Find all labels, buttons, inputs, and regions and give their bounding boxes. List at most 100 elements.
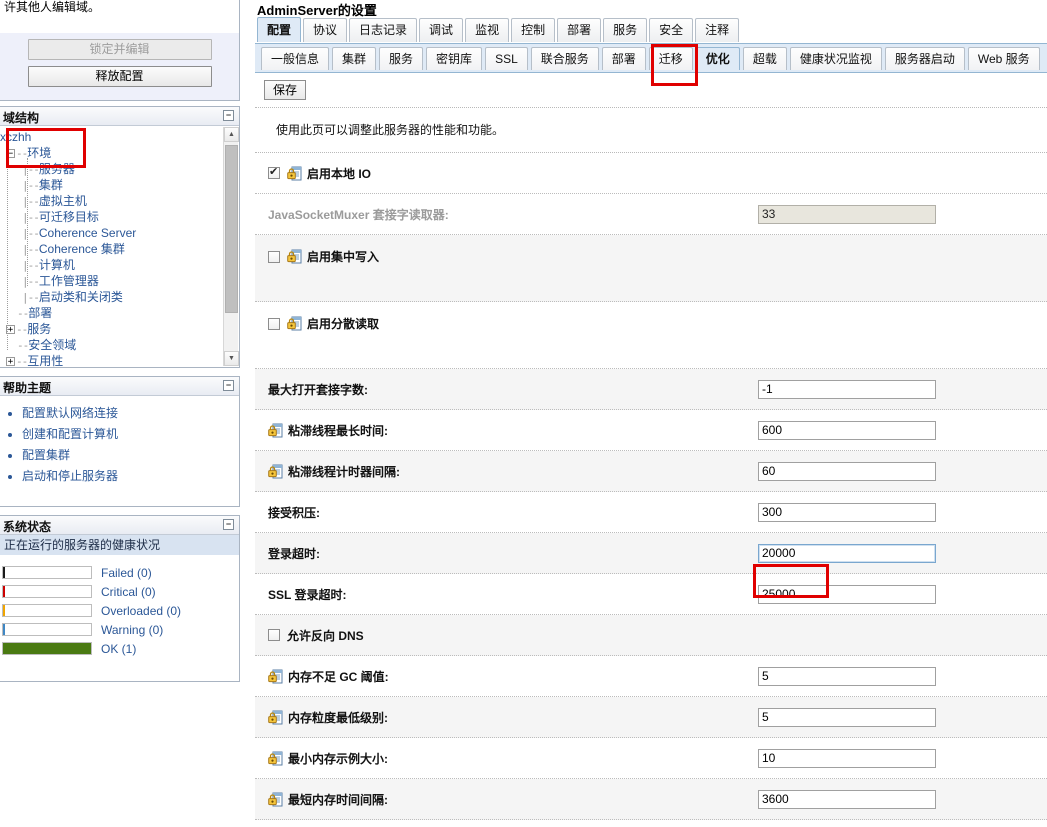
secondary-tab[interactable]: 服务 xyxy=(379,47,423,70)
help-topic-item[interactable]: 配置默认网络连接 xyxy=(22,403,235,424)
secondary-tab[interactable]: 部署 xyxy=(602,47,646,70)
tree-node[interactable]: |--可迁移目标 xyxy=(0,209,223,225)
tree-node[interactable]: xczhh xyxy=(0,129,223,145)
save-button[interactable]: 保存 xyxy=(264,80,306,100)
tree-node[interactable]: |--计算机 xyxy=(0,257,223,273)
tree-node-label[interactable]: 虚拟主机 xyxy=(39,194,87,208)
secondary-tab[interactable]: 密钥库 xyxy=(426,47,482,70)
primary-tab[interactable]: 注释 xyxy=(695,18,739,42)
health-bar xyxy=(2,604,92,617)
help-topic-item[interactable]: 创建和配置计算机 xyxy=(22,424,235,445)
text-input[interactable] xyxy=(758,380,936,399)
tree-node-label[interactable]: Coherence 集群 xyxy=(39,242,125,256)
text-input[interactable] xyxy=(758,667,936,686)
tree-node[interactable]: --部署 xyxy=(0,305,223,321)
secondary-tab[interactable]: 集群 xyxy=(332,47,376,70)
tree-node[interactable]: |--Coherence Server xyxy=(0,225,223,241)
primary-tab[interactable]: 协议 xyxy=(303,18,347,42)
secondary-tab[interactable]: 迁移 xyxy=(649,47,693,70)
secondary-tab[interactable]: 超载 xyxy=(743,47,787,70)
tree-node[interactable]: |--集群 xyxy=(0,177,223,193)
lock-icon xyxy=(287,166,302,181)
secondary-tab[interactable]: Web 服务 xyxy=(968,47,1040,70)
collapse-icon[interactable]: − xyxy=(223,519,234,530)
text-input[interactable] xyxy=(758,503,936,522)
tree-node[interactable]: |--虚拟主机 xyxy=(0,193,223,209)
collapse-icon[interactable]: − xyxy=(223,380,234,391)
tree-node[interactable]: |--启动类和关闭类 xyxy=(0,289,223,305)
help-topic-item[interactable]: 配置集群 xyxy=(22,445,235,466)
form-row: 内存粒度最低级别: xyxy=(255,697,1047,738)
tree-node-label[interactable]: 服务器 xyxy=(39,162,75,176)
collapse-icon[interactable]: − xyxy=(223,110,234,121)
text-input[interactable] xyxy=(758,708,936,727)
secondary-tab[interactable]: 健康状况监视 xyxy=(790,47,882,70)
tree-node-label[interactable]: 工作管理器 xyxy=(39,274,99,288)
text-input[interactable] xyxy=(758,544,936,563)
primary-tab[interactable]: 监视 xyxy=(465,18,509,42)
tree-node-label[interactable]: 部署 xyxy=(28,306,52,320)
help-topic-item[interactable]: 启动和停止服务器 xyxy=(22,466,235,487)
tree-node-label[interactable]: 集群 xyxy=(39,178,63,192)
checkbox[interactable] xyxy=(268,251,280,263)
primary-tab[interactable]: 服务 xyxy=(603,18,647,42)
help-topic-link[interactable]: 创建和配置计算机 xyxy=(22,427,118,441)
form-row: 最大打开套接字数: xyxy=(255,369,1047,410)
primary-tab[interactable]: 控制 xyxy=(511,18,555,42)
help-topic-link[interactable]: 启动和停止服务器 xyxy=(22,469,118,483)
health-status-label[interactable]: Failed (0) xyxy=(101,566,152,580)
text-input[interactable] xyxy=(758,462,936,481)
help-topic-link[interactable]: 配置默认网络连接 xyxy=(22,406,118,420)
text-input[interactable] xyxy=(758,421,936,440)
secondary-tab[interactable]: 优化 xyxy=(696,47,740,70)
tree-node-label[interactable]: 安全领域 xyxy=(28,338,76,352)
checkbox[interactable] xyxy=(268,318,280,330)
tree-node-label[interactable]: 启动类和关闭类 xyxy=(39,290,123,304)
tree-node[interactable]: +--服务 xyxy=(0,321,223,337)
secondary-tab[interactable]: 一般信息 xyxy=(261,47,329,70)
secondary-tab[interactable]: 联合服务 xyxy=(531,47,599,70)
tree-node-label[interactable]: 环境 xyxy=(27,146,51,160)
tree-node-label[interactable]: 互用性 xyxy=(27,354,63,367)
tree-node-label[interactable]: 服务 xyxy=(27,322,51,336)
text-input[interactable] xyxy=(758,749,936,768)
text-input[interactable] xyxy=(758,790,936,809)
tree-node[interactable]: |--工作管理器 xyxy=(0,273,223,289)
health-status-label[interactable]: Overloaded (0) xyxy=(101,604,181,618)
checkbox[interactable] xyxy=(268,167,280,179)
primary-tab[interactable]: 安全 xyxy=(649,18,693,42)
scrollbar-thumb[interactable] xyxy=(225,145,238,313)
release-configuration-button[interactable]: 释放配置 xyxy=(28,66,212,87)
tree-node-label[interactable]: Coherence Server xyxy=(39,226,136,240)
form-row-label: 粘滞线程最长时间: xyxy=(288,422,388,439)
tree-connector: |-- xyxy=(22,163,39,176)
tree-node-label[interactable]: 可迁移目标 xyxy=(39,210,99,224)
health-status-label[interactable]: Warning (0) xyxy=(101,623,163,637)
tree-node[interactable]: |--服务器 xyxy=(0,161,223,177)
tree-scrollbar[interactable]: ▲ ▼ xyxy=(223,127,238,366)
checkbox[interactable] xyxy=(268,629,280,641)
tree-node-label[interactable]: xczhh xyxy=(0,130,31,144)
left-sidebar: 不存在暂挂更改。单击"释放配置"按钮可允许其他人编辑域。 锁定并编辑 释放配置 … xyxy=(0,0,241,827)
primary-tab[interactable]: 调试 xyxy=(419,18,463,42)
health-status-label[interactable]: Critical (0) xyxy=(101,585,156,599)
lock-and-edit-button[interactable]: 锁定并编辑 xyxy=(28,39,212,60)
text-input[interactable] xyxy=(758,585,936,604)
text-input[interactable] xyxy=(758,205,936,224)
help-topic-link[interactable]: 配置集群 xyxy=(22,448,70,462)
primary-tab[interactable]: 部署 xyxy=(557,18,601,42)
secondary-tab[interactable]: 服务器启动 xyxy=(885,47,965,70)
health-status-label[interactable]: OK (1) xyxy=(101,642,136,656)
tree-node[interactable]: −--环境 xyxy=(0,145,223,161)
scroll-up-arrow-icon[interactable]: ▲ xyxy=(224,127,239,142)
tree-node[interactable]: --安全领域 xyxy=(0,337,223,353)
tree-node-label[interactable]: 计算机 xyxy=(39,258,75,272)
tree-node[interactable]: +--互用性 xyxy=(0,353,223,367)
primary-tab[interactable]: 配置 xyxy=(257,17,301,42)
secondary-tab[interactable]: SSL xyxy=(485,47,528,70)
form-row-value xyxy=(758,667,936,686)
tree-toggle-icon[interactable]: + xyxy=(6,357,15,366)
scroll-down-arrow-icon[interactable]: ▼ xyxy=(224,351,239,366)
primary-tab[interactable]: 日志记录 xyxy=(349,18,417,42)
tree-node[interactable]: |--Coherence 集群 xyxy=(0,241,223,257)
